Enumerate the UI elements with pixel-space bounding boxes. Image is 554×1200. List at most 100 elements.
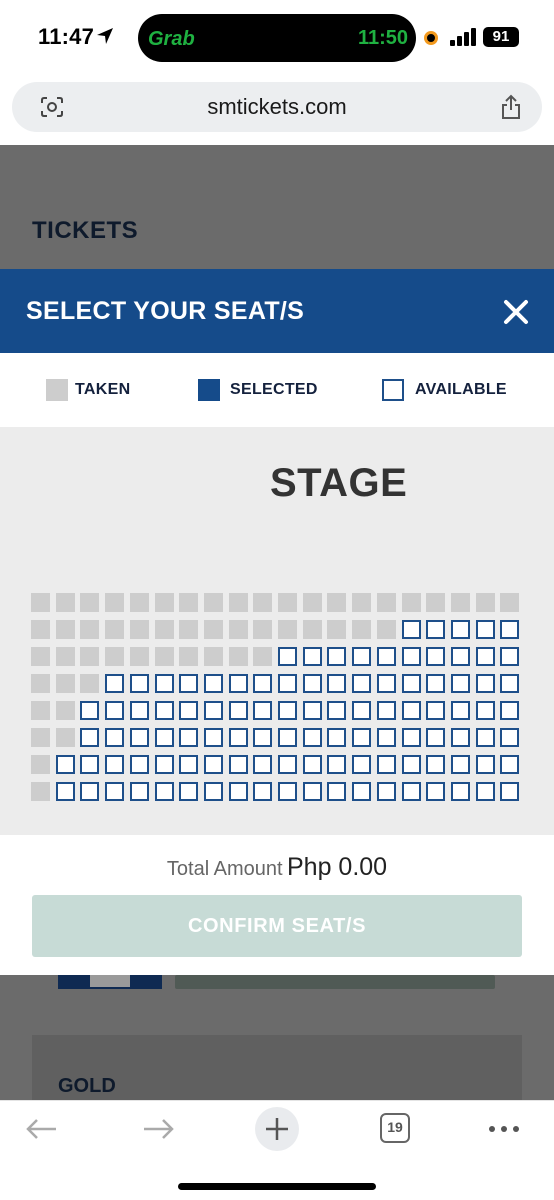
- seat-available[interactable]: [426, 674, 445, 693]
- seat-available[interactable]: [179, 701, 198, 720]
- seat-available[interactable]: [130, 728, 149, 747]
- seat-available[interactable]: [327, 647, 346, 666]
- seat-available[interactable]: [204, 674, 223, 693]
- seat-available[interactable]: [80, 728, 99, 747]
- seat-available[interactable]: [500, 782, 519, 801]
- seat-available[interactable]: [451, 647, 470, 666]
- seat-available[interactable]: [451, 728, 470, 747]
- seat-available[interactable]: [476, 674, 495, 693]
- seat-available[interactable]: [327, 782, 346, 801]
- seat-available[interactable]: [451, 674, 470, 693]
- new-tab-plus-icon[interactable]: [254, 1106, 300, 1152]
- seat-available[interactable]: [155, 701, 174, 720]
- seat-available[interactable]: [56, 755, 75, 774]
- seat-available[interactable]: [451, 701, 470, 720]
- seat-available[interactable]: [352, 782, 371, 801]
- seat-available[interactable]: [179, 674, 198, 693]
- seat-available[interactable]: [253, 701, 272, 720]
- seat-available[interactable]: [377, 674, 396, 693]
- seat-available[interactable]: [451, 782, 470, 801]
- seat-available[interactable]: [155, 755, 174, 774]
- seat-available[interactable]: [377, 755, 396, 774]
- seat-available[interactable]: [80, 755, 99, 774]
- seat-available[interactable]: [130, 755, 149, 774]
- seat-available[interactable]: [402, 728, 421, 747]
- seat-available[interactable]: [155, 728, 174, 747]
- seat-available[interactable]: [278, 674, 297, 693]
- seat-available[interactable]: [476, 755, 495, 774]
- seat-available[interactable]: [278, 755, 297, 774]
- seat-available[interactable]: [253, 755, 272, 774]
- seat-available[interactable]: [229, 728, 248, 747]
- seat-available[interactable]: [303, 728, 322, 747]
- seat-available[interactable]: [476, 701, 495, 720]
- seat-available[interactable]: [402, 782, 421, 801]
- seat-available[interactable]: [253, 782, 272, 801]
- seat-available[interactable]: [426, 782, 445, 801]
- seat-available[interactable]: [80, 782, 99, 801]
- seat-available[interactable]: [155, 782, 174, 801]
- seat-available[interactable]: [352, 701, 371, 720]
- seat-available[interactable]: [377, 701, 396, 720]
- seat-available[interactable]: [179, 728, 198, 747]
- seat-available[interactable]: [352, 674, 371, 693]
- seat-available[interactable]: [352, 755, 371, 774]
- confirm-seats-button[interactable]: CONFIRM SEAT/S: [32, 895, 522, 957]
- seat-available[interactable]: [204, 755, 223, 774]
- seat-available[interactable]: [500, 647, 519, 666]
- seat-available[interactable]: [130, 701, 149, 720]
- seat-available[interactable]: [402, 755, 421, 774]
- seat-available[interactable]: [105, 674, 124, 693]
- seat-available[interactable]: [155, 674, 174, 693]
- seat-available[interactable]: [402, 701, 421, 720]
- seat-available[interactable]: [352, 728, 371, 747]
- seat-available[interactable]: [229, 701, 248, 720]
- seat-available[interactable]: [426, 701, 445, 720]
- seat-available[interactable]: [130, 782, 149, 801]
- seat-available[interactable]: [426, 755, 445, 774]
- tab-count-button[interactable]: 19: [380, 1113, 410, 1143]
- seat-available[interactable]: [303, 701, 322, 720]
- forward-arrow-icon[interactable]: [142, 1117, 176, 1141]
- seat-available[interactable]: [327, 674, 346, 693]
- seat-available[interactable]: [303, 647, 322, 666]
- seat-available[interactable]: [105, 782, 124, 801]
- seat-available[interactable]: [278, 647, 297, 666]
- seat-available[interactable]: [204, 701, 223, 720]
- seat-available[interactable]: [303, 755, 322, 774]
- seat-available[interactable]: [327, 755, 346, 774]
- seat-available[interactable]: [402, 674, 421, 693]
- seat-available[interactable]: [476, 728, 495, 747]
- seat-available[interactable]: [105, 701, 124, 720]
- seat-available[interactable]: [377, 647, 396, 666]
- seat-available[interactable]: [500, 728, 519, 747]
- seat-available[interactable]: [105, 728, 124, 747]
- seat-available[interactable]: [229, 674, 248, 693]
- seat-available[interactable]: [476, 782, 495, 801]
- seat-available[interactable]: [253, 674, 272, 693]
- seat-available[interactable]: [402, 647, 421, 666]
- seat-available[interactable]: [130, 674, 149, 693]
- seat-available[interactable]: [278, 782, 297, 801]
- seat-available[interactable]: [327, 701, 346, 720]
- seat-available[interactable]: [500, 701, 519, 720]
- close-icon[interactable]: [503, 299, 529, 325]
- seat-available[interactable]: [204, 782, 223, 801]
- seat-available[interactable]: [229, 782, 248, 801]
- seat-available[interactable]: [229, 755, 248, 774]
- seat-available[interactable]: [402, 620, 421, 639]
- seat-available[interactable]: [253, 728, 272, 747]
- seat-available[interactable]: [426, 728, 445, 747]
- seat-available[interactable]: [476, 647, 495, 666]
- seat-available[interactable]: [451, 620, 470, 639]
- url-text[interactable]: smtickets.com: [12, 94, 542, 120]
- seat-available[interactable]: [500, 620, 519, 639]
- seat-available[interactable]: [56, 782, 75, 801]
- seat-available[interactable]: [451, 755, 470, 774]
- seat-available[interactable]: [179, 782, 198, 801]
- seat-available[interactable]: [377, 782, 396, 801]
- seat-available[interactable]: [278, 728, 297, 747]
- seat-available[interactable]: [500, 674, 519, 693]
- seat-available[interactable]: [352, 647, 371, 666]
- share-icon[interactable]: [500, 94, 522, 120]
